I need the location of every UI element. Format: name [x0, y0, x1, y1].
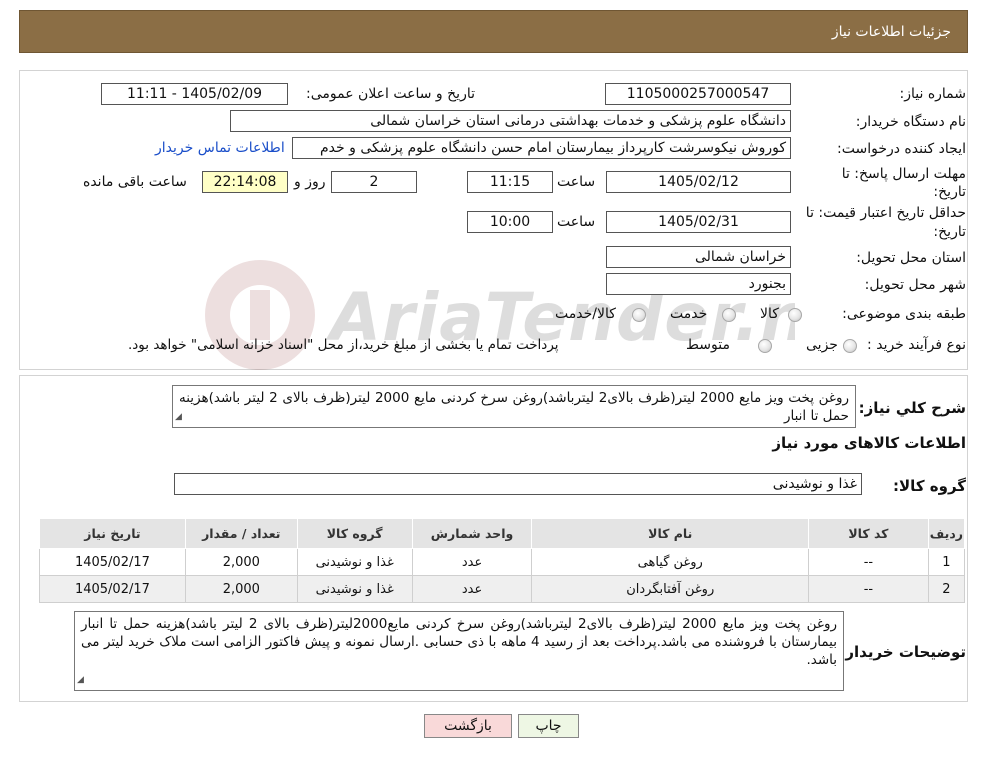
process-type-label: نوع فرآیند خرید : — [867, 337, 966, 353]
deadline-time-label: ساعت — [557, 174, 596, 190]
requester-field: کوروش نیکوسرشت کارپرداز بیمارستان امام ح… — [292, 137, 791, 159]
page-header: جزئیات اطلاعات نیاز — [19, 10, 968, 53]
page-title: جزئیات اطلاعات نیاز — [831, 23, 951, 40]
validity-label-line1: حداقل تاریخ اعتبار قیمت: تا — [805, 205, 966, 221]
cell-quantity: 2,000 — [184, 548, 298, 576]
need-number-label: شماره نیاز: — [899, 86, 967, 102]
remaining-time-field: 22:14:08 — [202, 171, 288, 193]
process-option-minor: جزیی — [806, 337, 838, 353]
col-header-item-code: کد کالا — [808, 518, 929, 549]
summary-textarea[interactable]: روغن پخت ویز مایع 2000 لیتر(ظرف بالای2 ل… — [172, 385, 856, 428]
cell-need-date: 1405/02/17 — [39, 548, 186, 576]
process-note: پرداخت تمام یا بخشی از مبلغ خرید،از محل … — [128, 337, 559, 353]
table-row: 1 -- روغن گیاهی عدد غذا و نوشیدنی 2,000 … — [39, 548, 966, 576]
cell-row-number: 1 — [927, 548, 966, 576]
col-header-row-number: ردیف — [927, 518, 966, 549]
cell-item-code: -- — [808, 548, 929, 576]
buyer-org-label: نام دستگاه خریدار: — [855, 114, 966, 130]
need-number-field: 1105000257000547 — [605, 83, 791, 105]
cell-item-code: -- — [808, 575, 929, 603]
col-header-group: گروه کالا — [296, 518, 413, 549]
process-radio-minor[interactable] — [843, 339, 857, 353]
process-option-medium: متوسط — [686, 337, 730, 353]
cell-group: غذا و نوشیدنی — [296, 548, 413, 576]
goods-info-title: اطلاعات کالاهای مورد نیاز — [772, 434, 966, 452]
buyer-contact-link[interactable]: اطلاعات تماس خریدار — [155, 140, 285, 156]
buyer-notes-text: روغن پخت ویز مایع 2000 لیتر(ظرف بالای2 ل… — [81, 616, 838, 668]
remaining-days-field: 2 — [331, 171, 417, 193]
announce-date-field: 1405/02/09 - 11:11 — [101, 83, 288, 105]
items-table: ردیف کد کالا نام کالا واحد شمارش گروه کا… — [39, 518, 966, 603]
validity-label-line2: تاریخ: — [933, 224, 966, 240]
col-header-quantity: تعداد / مقدار — [184, 518, 298, 549]
cell-item-name: روغن گیاهی — [531, 548, 809, 576]
cell-unit: عدد — [411, 575, 533, 603]
category-label: طبقه بندی موضوعی: — [842, 306, 966, 322]
cell-item-name: روغن آفتابگردان — [531, 575, 809, 603]
summary-label: شرح کلي نياز: — [858, 399, 966, 417]
cell-quantity: 2,000 — [184, 575, 298, 603]
category-radio-service[interactable] — [722, 308, 736, 322]
buyer-org-field: دانشگاه علوم پزشکی و خدمات بهداشتی درمان… — [230, 110, 791, 132]
category-radio-goods-service[interactable] — [632, 308, 646, 322]
validity-time-label: ساعت — [557, 214, 596, 230]
category-option-service: خدمت — [670, 306, 708, 322]
remaining-days-label: روز و — [294, 174, 326, 190]
announce-date-label: تاریخ و ساعت اعلان عمومی: — [306, 86, 475, 102]
buyer-notes-textarea[interactable]: روغن پخت ویز مایع 2000 لیتر(ظرف بالای2 ل… — [74, 611, 844, 691]
cell-unit: عدد — [411, 548, 533, 576]
requester-label: ایجاد کننده درخواست: — [837, 141, 966, 157]
print-button[interactable]: چاپ — [518, 714, 579, 738]
cell-row-number: 2 — [927, 575, 966, 603]
deadline-date-field: 1405/02/12 — [606, 171, 791, 193]
resize-grip-icon[interactable]: ◢ — [77, 671, 84, 689]
deadline-label-line2: تاریخ: — [933, 184, 966, 200]
deadline-label-line1: مهلت ارسال پاسخ: تا — [841, 166, 966, 182]
cell-group: غذا و نوشیدنی — [296, 575, 413, 603]
cell-need-date: 1405/02/17 — [39, 575, 186, 603]
category-option-goods: کالا — [760, 306, 779, 322]
validity-time-field: 10:00 — [467, 211, 553, 233]
col-header-item-name: نام کالا — [531, 518, 809, 549]
col-header-unit: واحد شمارش — [411, 518, 533, 549]
process-radio-medium[interactable] — [758, 339, 772, 353]
deadline-time-field: 11:15 — [467, 171, 553, 193]
goods-group-label: گروه کالا: — [893, 477, 966, 495]
items-table-wrapper: ردیف کد کالا نام کالا واحد شمارش گروه کا… — [39, 518, 966, 603]
city-field: بجنورد — [606, 273, 791, 295]
table-row: 2 -- روغن آفتابگردان عدد غذا و نوشیدنی 2… — [39, 575, 966, 603]
back-button[interactable]: بازگشت — [424, 714, 512, 738]
category-radio-goods[interactable] — [788, 308, 802, 322]
resize-grip-icon[interactable]: ◢ — [175, 408, 182, 426]
province-label: استان محل تحویل: — [856, 250, 966, 266]
city-label: شهر محل تحویل: — [864, 277, 966, 293]
col-header-need-date: تاریخ نیاز — [39, 518, 186, 549]
remaining-time-label: ساعت باقی مانده — [83, 174, 187, 190]
validity-date-field: 1405/02/31 — [606, 211, 791, 233]
buyer-notes-label: توضیحات خریدار: — [839, 643, 966, 661]
province-field: خراسان شمالی — [606, 246, 791, 268]
goods-group-field: غذا و نوشیدنی — [174, 473, 862, 495]
table-header-row: ردیف کد کالا نام کالا واحد شمارش گروه کا… — [39, 518, 966, 549]
summary-text: روغن پخت ویز مایع 2000 لیتر(ظرف بالای2 ل… — [179, 390, 849, 424]
category-option-goods-service: کالا/خدمت — [555, 306, 616, 322]
